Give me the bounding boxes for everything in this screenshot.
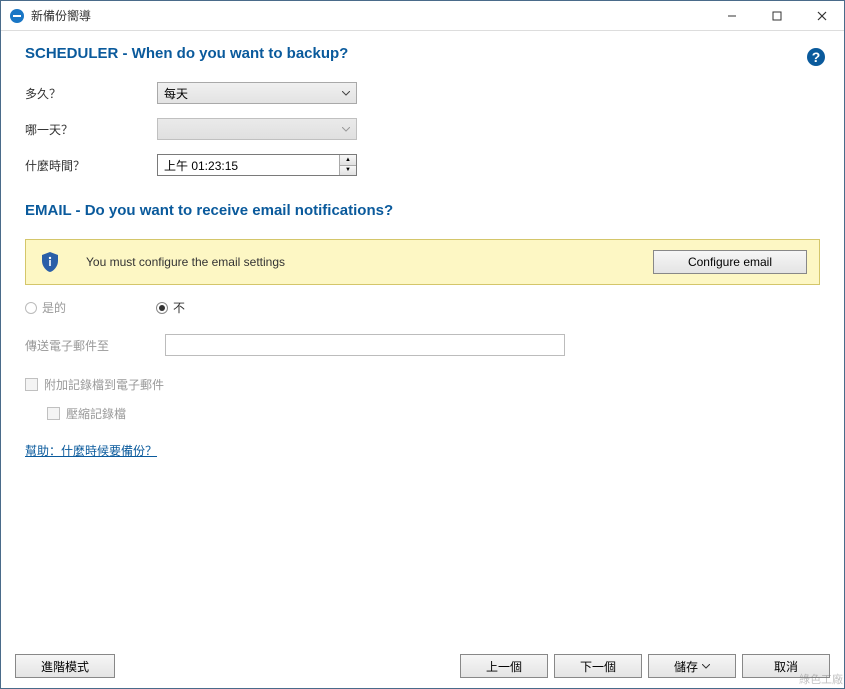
app-icon (9, 8, 25, 24)
content-area: ? SCHEDULER - When do you want to backup… (1, 31, 844, 646)
time-label: 什麼時間？ (25, 157, 157, 174)
save-button[interactable]: 儲存 (648, 654, 736, 678)
footer-bar: 進階模式 上一個 下一個 儲存 取消 (1, 646, 844, 688)
titlebar: 新備份嚮導 (1, 1, 844, 31)
attach-log-checkbox (25, 378, 38, 391)
time-row: 什麼時間？ 上午 01:23:15 ▲ ▼ (25, 154, 820, 176)
radio-no[interactable] (156, 302, 168, 314)
watermark: 綠色工廠 (799, 671, 843, 687)
chevron-down-icon (336, 83, 356, 103)
email-heading: EMAIL - Do you want to receive email not… (25, 202, 820, 219)
help-link[interactable]: 幫助：什麼時候要備份？ (25, 442, 157, 459)
frequency-row: 多久？ 每天 (25, 82, 820, 104)
spinner-up-button[interactable]: ▲ (340, 155, 356, 166)
window-frame: 新備份嚮導 ? SCHEDULER - When do you want to … (0, 0, 845, 689)
scheduler-heading: SCHEDULER - When do you want to backup? (25, 45, 820, 62)
time-input[interactable]: 上午 01:23:15 ▲ ▼ (157, 154, 357, 176)
day-select (157, 118, 357, 140)
frequency-select[interactable]: 每天 (157, 82, 357, 104)
day-label: 哪一天？ (25, 121, 157, 138)
maximize-button[interactable] (754, 1, 799, 30)
send-to-input[interactable] (165, 334, 565, 356)
email-enable-radios: 是的 不 (25, 299, 820, 316)
chevron-down-icon (702, 664, 710, 669)
close-button[interactable] (799, 1, 844, 30)
window-controls (709, 1, 844, 30)
next-button[interactable]: 下一個 (554, 654, 642, 678)
send-to-label: 傳送電子郵件至 (25, 337, 165, 354)
send-to-row: 傳送電子郵件至 (25, 334, 820, 356)
svg-text:?: ? (812, 49, 821, 65)
compress-log-label: 壓縮記錄檔 (66, 405, 126, 422)
email-notice-text: You must configure the email settings (86, 255, 629, 269)
frequency-value: 每天 (164, 85, 188, 102)
time-value: 上午 01:23:15 (158, 157, 339, 174)
radio-yes (25, 302, 37, 314)
compress-log-checkbox (47, 407, 60, 420)
window-title: 新備份嚮導 (31, 7, 709, 24)
chevron-down-icon (336, 119, 356, 139)
advanced-mode-button[interactable]: 進階模式 (15, 654, 115, 678)
email-notice-bar: You must configure the email settings Co… (25, 239, 820, 285)
radio-no-group: 不 (156, 299, 185, 316)
attach-log-label: 附加記錄檔到電子郵件 (44, 376, 164, 393)
radio-yes-group: 是的 (25, 299, 66, 316)
radio-yes-label: 是的 (42, 299, 66, 316)
minimize-button[interactable] (709, 1, 754, 30)
frequency-label: 多久？ (25, 85, 157, 102)
attach-log-row: 附加記錄檔到電子郵件 (25, 376, 820, 393)
save-button-label: 儲存 (674, 658, 698, 675)
day-row: 哪一天？ (25, 118, 820, 140)
shield-info-icon (38, 250, 62, 274)
spinner-down-button[interactable]: ▼ (340, 166, 356, 176)
radio-no-label: 不 (173, 299, 185, 316)
help-icon[interactable]: ? (806, 47, 826, 67)
previous-button[interactable]: 上一個 (460, 654, 548, 678)
compress-log-row: 壓縮記錄檔 (47, 405, 820, 422)
time-spinner: ▲ ▼ (339, 155, 356, 175)
configure-email-button[interactable]: Configure email (653, 250, 807, 274)
